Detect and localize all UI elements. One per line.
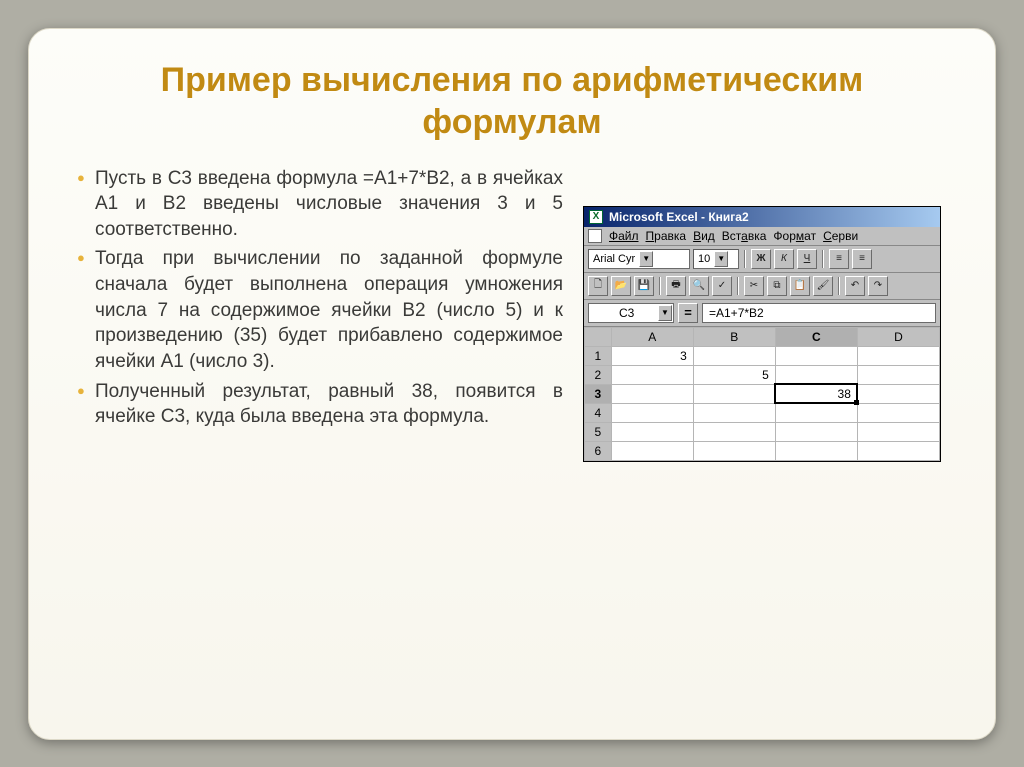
spell-button[interactable]: ✓ <box>712 276 732 296</box>
formatting-toolbar: Arial Cyr ▼ 10 ▼ Ж К Ч ≡ ≡ <box>584 246 940 273</box>
text-column: Пусть в C3 введена формула =A1+7*B2, а в… <box>73 166 563 462</box>
menu-edit[interactable]: Правка <box>646 229 687 243</box>
slide-title: Пример вычисления по арифметическим форм… <box>73 59 951 144</box>
chevron-down-icon: ▼ <box>658 305 672 321</box>
cell-b2[interactable]: 5 <box>693 365 775 384</box>
cell-b4[interactable] <box>693 403 775 422</box>
separator <box>744 250 746 268</box>
row-header-5[interactable]: 5 <box>585 422 612 441</box>
formula-input[interactable]: =A1+7*B2 <box>702 303 936 323</box>
equals-button[interactable]: = <box>678 303 698 323</box>
separator <box>838 277 840 295</box>
chevron-down-icon: ▼ <box>639 251 653 267</box>
cell-b3[interactable] <box>693 384 775 403</box>
excel-window: X Microsoft Excel - Книга2 Файл Правка В… <box>583 206 941 462</box>
cell-d4[interactable] <box>857 403 939 422</box>
separator <box>659 277 661 295</box>
cell-d3[interactable] <box>857 384 939 403</box>
font-size-combo[interactable]: 10 ▼ <box>693 249 739 269</box>
name-box-value: C3 <box>619 306 634 320</box>
slide-body: Пусть в C3 введена формула =A1+7*B2, а в… <box>73 166 951 462</box>
cell-b6[interactable] <box>693 441 775 460</box>
align-left-button[interactable]: ≡ <box>829 249 849 269</box>
row-header-2[interactable]: 2 <box>585 365 612 384</box>
separator <box>737 277 739 295</box>
print-button[interactable]: 🖶 <box>666 276 686 296</box>
separator <box>822 250 824 268</box>
row-header-1[interactable]: 1 <box>585 346 612 365</box>
format-painter-button[interactable]: 🖌 <box>813 276 833 296</box>
cell-d1[interactable] <box>857 346 939 365</box>
cell-a5[interactable] <box>611 422 693 441</box>
cell-b1[interactable] <box>693 346 775 365</box>
standard-toolbar: 🗋 📂 💾 🖶 🔍 ✓ ✂ ⧉ 📋 🖌 ↶ ↷ <box>584 273 940 300</box>
menu-file[interactable]: Файл <box>609 229 639 243</box>
window-title: Microsoft Excel - Книга2 <box>609 210 749 224</box>
select-all-corner[interactable] <box>585 327 612 346</box>
cell-d5[interactable] <box>857 422 939 441</box>
formula-value: =A1+7*B2 <box>709 306 764 320</box>
bold-button[interactable]: Ж <box>751 249 771 269</box>
menu-view[interactable]: Вид <box>693 229 715 243</box>
cell-c6[interactable] <box>775 441 857 460</box>
paste-button[interactable]: 📋 <box>790 276 810 296</box>
name-box[interactable]: C3 ▼ <box>588 303 674 323</box>
col-header-a[interactable]: A <box>611 327 693 346</box>
spreadsheet-grid: A B C D 1 3 2 <box>584 327 940 461</box>
cell-a4[interactable] <box>611 403 693 422</box>
cell-c1[interactable] <box>775 346 857 365</box>
cell-c5[interactable] <box>775 422 857 441</box>
titlebar: X Microsoft Excel - Книга2 <box>584 207 940 227</box>
cell-d2[interactable] <box>857 365 939 384</box>
row-header-4[interactable]: 4 <box>585 403 612 422</box>
undo-button[interactable]: ↶ <box>845 276 865 296</box>
cell-c3[interactable]: 38 <box>775 384 857 403</box>
cell-c2[interactable] <box>775 365 857 384</box>
menubar: Файл Правка Вид Вставка Формат Серви <box>584 227 940 246</box>
cut-button[interactable]: ✂ <box>744 276 764 296</box>
bullet-item: Тогда при вычислении по заданной формуле… <box>73 246 563 374</box>
new-button[interactable]: 🗋 <box>588 276 608 296</box>
cell-d6[interactable] <box>857 441 939 460</box>
align-center-button[interactable]: ≡ <box>852 249 872 269</box>
formula-bar: C3 ▼ = =A1+7*B2 <box>584 300 940 327</box>
row-header-3[interactable]: 3 <box>585 384 612 403</box>
preview-button[interactable]: 🔍 <box>689 276 709 296</box>
menu-insert[interactable]: Вставка <box>722 229 767 243</box>
cell-a2[interactable] <box>611 365 693 384</box>
row-header-6[interactable]: 6 <box>585 441 612 460</box>
italic-button[interactable]: К <box>774 249 794 269</box>
menu-format[interactable]: Формат <box>773 229 816 243</box>
chevron-down-icon: ▼ <box>714 251 728 267</box>
copy-button[interactable]: ⧉ <box>767 276 787 296</box>
menu-service[interactable]: Серви <box>823 229 858 243</box>
col-header-d[interactable]: D <box>857 327 939 346</box>
col-header-c[interactable]: C <box>775 327 857 346</box>
cell-a1[interactable]: 3 <box>611 346 693 365</box>
bullet-item: Пусть в C3 введена формула =A1+7*B2, а в… <box>73 166 563 243</box>
font-name-combo[interactable]: Arial Cyr ▼ <box>588 249 690 269</box>
bullet-list: Пусть в C3 введена формула =A1+7*B2, а в… <box>73 166 563 430</box>
redo-button[interactable]: ↷ <box>868 276 888 296</box>
bullet-item: Полученный результат, равный 38, появитс… <box>73 379 563 430</box>
doc-icon <box>588 229 602 243</box>
excel-logo-icon: X <box>589 210 603 224</box>
open-button[interactable]: 📂 <box>611 276 631 296</box>
font-name-value: Arial Cyr <box>593 253 635 265</box>
cell-c4[interactable] <box>775 403 857 422</box>
col-header-b[interactable]: B <box>693 327 775 346</box>
cell-a6[interactable] <box>611 441 693 460</box>
excel-column: X Microsoft Excel - Книга2 Файл Правка В… <box>583 166 951 462</box>
save-button[interactable]: 💾 <box>634 276 654 296</box>
font-size-value: 10 <box>698 253 710 265</box>
cell-a3[interactable] <box>611 384 693 403</box>
slide: Пример вычисления по арифметическим форм… <box>28 28 996 740</box>
cell-b5[interactable] <box>693 422 775 441</box>
underline-button[interactable]: Ч <box>797 249 817 269</box>
